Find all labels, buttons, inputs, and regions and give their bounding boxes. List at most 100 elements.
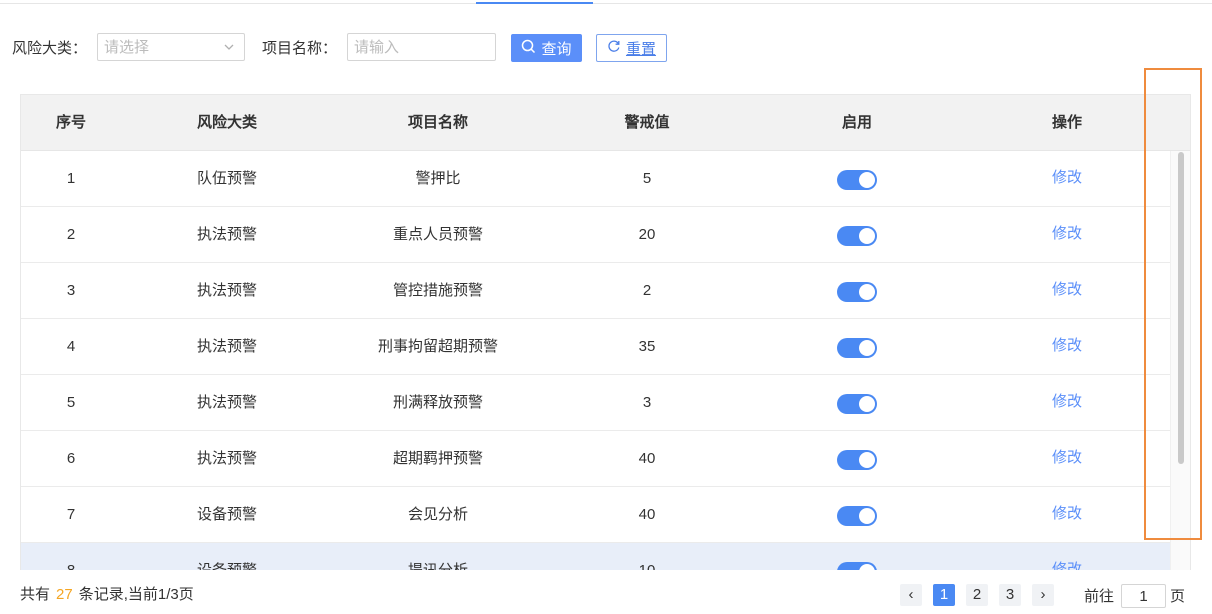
column-header-category: 风险大类 xyxy=(196,114,257,131)
cell-index: 5 xyxy=(66,394,76,411)
cell-name: 重点人员预警 xyxy=(392,226,483,243)
goto-page-input[interactable] xyxy=(1121,584,1166,608)
enabled-toggle[interactable] xyxy=(837,226,877,246)
query-button[interactable]: 查询 xyxy=(511,34,582,62)
chevron-down-icon xyxy=(222,40,236,54)
cell-threshold: 40 xyxy=(638,450,656,467)
table-row[interactable]: 2 执法预警 重点人员预警 20 修改 xyxy=(21,207,1173,263)
enabled-toggle[interactable] xyxy=(837,338,877,358)
column-header-threshold: 警戒值 xyxy=(624,114,670,131)
refresh-icon xyxy=(607,39,621,57)
cell-threshold: 10 xyxy=(547,543,747,570)
cell-threshold: 2 xyxy=(642,282,652,299)
table-row[interactable]: 3 执法预警 管控措施预警 2 修改 xyxy=(21,263,1173,319)
goto-prefix: 前往 xyxy=(1084,588,1115,605)
category-label: 风险大类： xyxy=(12,40,88,57)
goto-suffix: 页 xyxy=(1170,588,1186,605)
total-count: 27 xyxy=(56,586,73,603)
project-label: 项目名称： xyxy=(262,40,338,57)
toggle-knob xyxy=(859,340,875,356)
page-1-button[interactable]: 1 xyxy=(933,584,955,606)
chevron-left-icon: ‹ xyxy=(908,586,914,603)
cell-category: 设备预警 xyxy=(196,506,257,523)
prev-page-button[interactable]: ‹ xyxy=(900,584,922,606)
table-header: 序号 风险大类 项目名称 警戒值 启用 操作 xyxy=(21,95,1190,151)
reset-button[interactable]: 重置 xyxy=(596,34,667,62)
toggle-knob xyxy=(859,284,875,300)
toggle-knob xyxy=(859,564,875,570)
risk-table: 序号 风险大类 项目名称 警戒值 启用 操作 1 队伍预警 警押比 5 修改 2 执法预警 重… xyxy=(20,94,1191,570)
edit-link[interactable]: 修改 xyxy=(967,319,1167,375)
chevron-right-icon: › xyxy=(1040,586,1046,603)
top-divider xyxy=(0,3,1212,4)
cell-index: 6 xyxy=(66,450,76,467)
cell-threshold: 35 xyxy=(638,338,656,355)
cell-index: 4 xyxy=(66,338,76,355)
enabled-toggle[interactable] xyxy=(837,394,877,414)
enabled-toggle[interactable] xyxy=(837,506,877,526)
edit-link[interactable]: 修改 xyxy=(967,487,1167,543)
page-2-button[interactable]: 2 xyxy=(966,584,988,606)
edit-link[interactable]: 修改 xyxy=(967,543,1167,570)
highlight-box xyxy=(1144,68,1202,540)
cell-index: 3 xyxy=(66,282,76,299)
cell-name: 警押比 xyxy=(415,170,461,187)
edit-link[interactable]: 修改 xyxy=(967,151,1167,207)
cell-index: 7 xyxy=(66,506,76,523)
enabled-toggle[interactable] xyxy=(837,450,877,470)
column-header-action: 操作 xyxy=(1051,114,1082,131)
reset-button-label: 重置 xyxy=(625,40,656,58)
total-prefix: 共有 xyxy=(20,586,51,603)
toggle-knob xyxy=(859,172,875,188)
cell-category: 执法预警 xyxy=(196,394,257,411)
cell-category: 执法预警 xyxy=(196,450,257,467)
toggle-knob xyxy=(859,508,875,524)
cell-threshold: 5 xyxy=(642,170,652,187)
cell-category: 执法预警 xyxy=(196,226,257,243)
edit-link[interactable]: 修改 xyxy=(967,431,1167,487)
cell-category: 队伍预警 xyxy=(196,170,257,187)
cell-index: 2 xyxy=(66,226,76,243)
cell-category: 设备预警 xyxy=(127,543,327,570)
enabled-toggle[interactable] xyxy=(837,282,877,302)
column-header-enabled: 启用 xyxy=(841,114,872,131)
cell-name: 管控措施预警 xyxy=(392,282,483,299)
total-suffix: 条记录,当前1/3页 xyxy=(78,586,194,603)
edit-link[interactable]: 修改 xyxy=(967,207,1167,263)
cell-name: 超期羁押预警 xyxy=(392,450,483,467)
toggle-knob xyxy=(859,396,875,412)
cell-index: 1 xyxy=(66,170,76,187)
table-row[interactable]: 6 执法预警 超期羁押预警 40 修改 xyxy=(21,431,1173,487)
toggle-knob xyxy=(859,228,875,244)
query-button-label: 查询 xyxy=(541,40,572,58)
column-header-index: 序号 xyxy=(55,114,86,131)
cell-threshold: 20 xyxy=(638,226,656,243)
toggle-knob xyxy=(859,452,875,468)
project-name-input[interactable] xyxy=(347,33,496,61)
cell-name: 刑满释放预警 xyxy=(392,394,483,411)
active-tab-indicator xyxy=(476,2,593,4)
table-row[interactable]: 5 执法预警 刑满释放预警 3 修改 xyxy=(21,375,1173,431)
cell-name: 刑事拘留超期预警 xyxy=(377,338,498,355)
edit-link[interactable]: 修改 xyxy=(967,375,1167,431)
table-row[interactable]: 1 队伍预警 警押比 5 修改 xyxy=(21,151,1173,207)
cell-threshold: 3 xyxy=(642,394,652,411)
enabled-toggle[interactable] xyxy=(837,170,877,190)
cell-threshold: 40 xyxy=(638,506,656,523)
enabled-toggle[interactable] xyxy=(837,562,877,570)
next-page-button[interactable]: › xyxy=(1032,584,1054,606)
edit-link[interactable]: 修改 xyxy=(967,263,1167,319)
cell-name: 会见分析 xyxy=(407,506,468,523)
record-summary: 共有 27 条记录,当前1/3页 xyxy=(20,584,194,606)
search-icon xyxy=(521,39,536,58)
cell-name: 提讯分析 xyxy=(333,543,543,570)
cell-category: 执法预警 xyxy=(196,338,257,355)
cell-index: 8 xyxy=(21,543,121,570)
table-row[interactable]: 8设备预警提讯分析10 修改 xyxy=(21,543,1173,570)
column-header-name: 项目名称 xyxy=(407,114,468,131)
page-3-button[interactable]: 3 xyxy=(999,584,1021,606)
category-select-placeholder: 请选择 xyxy=(104,39,150,56)
table-row[interactable]: 7 设备预警 会见分析 40 修改 xyxy=(21,487,1173,543)
table-row[interactable]: 4 执法预警 刑事拘留超期预警 35 修改 xyxy=(21,319,1173,375)
category-select[interactable]: 请选择 xyxy=(97,33,245,61)
